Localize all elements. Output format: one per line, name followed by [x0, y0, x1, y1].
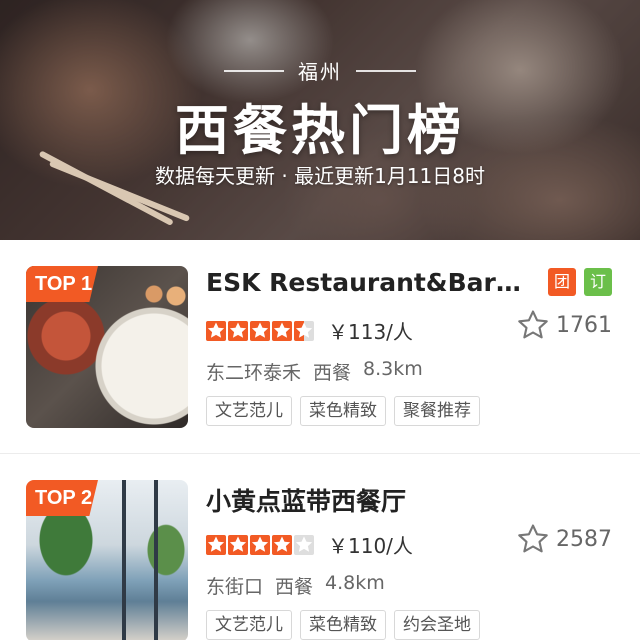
restaurant-meta: 东街口 西餐 4.8km — [206, 572, 385, 599]
distance-label: 8.3km — [363, 358, 423, 380]
cuisine-label: 西餐 — [275, 576, 314, 598]
feature-tag[interactable]: 文艺范儿 — [206, 396, 292, 426]
rating-row: ￥110/人 — [206, 530, 413, 559]
feature-tags: 文艺范儿 菜色精致 聚餐推荐 — [206, 396, 480, 426]
group-buy-tag[interactable]: 团 — [548, 268, 576, 296]
star-icon — [250, 320, 270, 341]
restaurant-card[interactable]: TOP 2 小黄点蓝带西餐厅 ￥110/人 2587 东街口 西餐 4.8km … — [0, 454, 640, 640]
deal-tags: 团 订 — [548, 268, 612, 296]
feature-tag[interactable]: 菜色精致 — [300, 610, 386, 640]
page-title: 西餐热门榜 — [175, 99, 465, 162]
favorite-count: 1761 — [556, 312, 612, 338]
avg-price: ￥113/人 — [328, 320, 413, 344]
star-rating — [206, 534, 314, 555]
feature-tag[interactable]: 约会圣地 — [394, 610, 480, 640]
restaurant-name[interactable]: 小黄点蓝带西餐厅 — [206, 482, 406, 518]
rank-badge: TOP 1 — [26, 266, 98, 302]
restaurant-meta: 东二环泰禾 西餐 8.3km — [206, 358, 423, 385]
city-label: 福州 — [298, 60, 342, 84]
header-banner: 福州 西餐热门榜 数据每天更新 · 最近更新1月11日8时 — [0, 0, 640, 240]
restaurant-card[interactable]: TOP 1 ESK Restaurant&Bar ... 团 订 ￥113/人 … — [0, 240, 640, 454]
star-outline-icon — [518, 310, 548, 339]
star-icon — [206, 320, 226, 341]
cuisine-label: 西餐 — [313, 362, 352, 384]
feature-tags: 文艺范儿 菜色精致 约会圣地 — [206, 610, 480, 640]
rating-row: ￥113/人 — [206, 316, 413, 345]
star-icon — [228, 320, 248, 341]
favorite-button[interactable]: 2587 — [516, 522, 612, 556]
star-outline-icon — [518, 524, 548, 553]
star-icon — [228, 534, 248, 555]
star-icon — [272, 534, 292, 555]
area-label: 东街口 — [206, 576, 264, 598]
feature-tag[interactable]: 聚餐推荐 — [394, 396, 480, 426]
avg-price: ￥110/人 — [328, 534, 413, 558]
area-label: 东二环泰禾 — [206, 362, 302, 384]
feature-tag[interactable]: 菜色精致 — [300, 396, 386, 426]
star-icon — [272, 320, 292, 341]
restaurant-list: TOP 1 ESK Restaurant&Bar ... 团 订 ￥113/人 … — [0, 240, 640, 640]
restaurant-name[interactable]: ESK Restaurant&Bar ... — [206, 268, 526, 297]
reservation-tag[interactable]: 订 — [584, 268, 612, 296]
divider-line — [356, 69, 416, 72]
divider-line — [224, 69, 284, 72]
feature-tag[interactable]: 文艺范儿 — [206, 610, 292, 640]
star-icon — [294, 320, 314, 341]
star-icon — [250, 534, 270, 555]
star-icon — [294, 534, 314, 555]
update-info: 数据每天更新 · 最近更新1月11日8时 — [155, 164, 485, 188]
city-row: 福州 — [0, 56, 640, 85]
favorite-button[interactable]: 1761 — [516, 308, 612, 342]
rank-badge: TOP 2 — [26, 480, 98, 516]
star-rating — [206, 320, 314, 341]
distance-label: 4.8km — [325, 572, 385, 594]
favorite-count: 2587 — [556, 526, 612, 552]
star-icon — [206, 534, 226, 555]
